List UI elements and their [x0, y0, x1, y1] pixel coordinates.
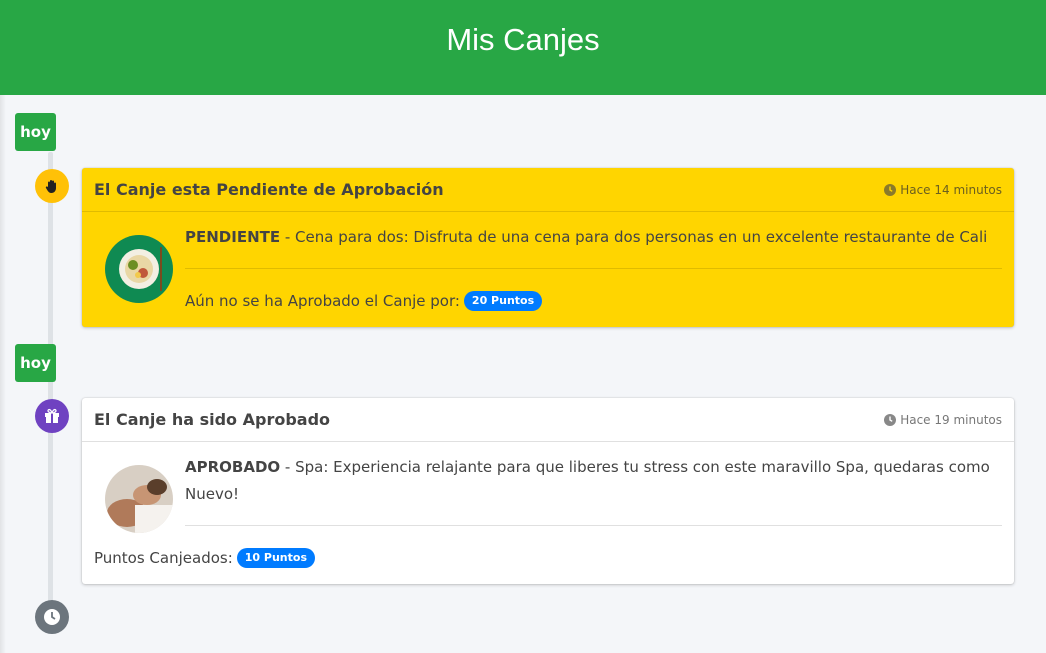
page-title: Mis Canjes [446, 21, 600, 57]
time-label: hoy [15, 344, 56, 382]
points-badge: 20 Puntos [463, 291, 543, 311]
card-time: Hace 19 minutos [884, 413, 1002, 427]
description-text: - Spa: Experiencia relajante para que li… [185, 458, 990, 503]
card-header: El Canje esta Pendiente de Aprobación Ha… [82, 168, 1014, 212]
status-text: PENDIENTE [185, 228, 281, 246]
sidebar-edge-shadow [0, 95, 6, 653]
spa-image [105, 465, 173, 533]
gift-icon [35, 399, 69, 433]
card-time-text: Hace 19 minutos [900, 412, 1002, 427]
card-time-text: Hace 14 minutos [900, 182, 1002, 197]
clock-icon [884, 183, 897, 196]
clock-icon [884, 413, 897, 426]
divider [185, 268, 1002, 269]
card-description: APROBADO - Spa: Experiencia relajante pa… [185, 454, 1002, 508]
card-footer: Puntos Canjeados: 10 Puntos [94, 548, 315, 568]
card-footer: Aún no se ha Aprobado el Canje por: 20 P… [185, 291, 543, 311]
hand-icon [35, 169, 69, 203]
footer-text: Puntos Canjeados: [94, 549, 233, 567]
dinner-image [105, 235, 173, 303]
divider [185, 525, 1002, 526]
points-badge: 10 Puntos [236, 548, 315, 568]
description-text: - Cena para dos: Disfruta de una cena pa… [280, 228, 988, 246]
card-title: El Canje ha sido Aprobado [94, 410, 331, 429]
exchange-card-pending: El Canje esta Pendiente de Aprobación Ha… [82, 168, 1014, 327]
time-label: hoy [15, 113, 56, 151]
card-time: Hace 14 minutos [884, 183, 1002, 197]
status-text: APROBADO [185, 458, 281, 476]
page-header: Mis Canjes [0, 0, 1046, 95]
card-header: El Canje ha sido Aprobado Hace 19 minuto… [82, 398, 1014, 442]
clock-icon [35, 600, 69, 634]
card-description: PENDIENTE - Cena para dos: Disfruta de u… [185, 224, 1002, 251]
exchange-card-approved: El Canje ha sido Aprobado Hace 19 minuto… [82, 398, 1014, 584]
footer-text: Aún no se ha Aprobado el Canje por: [185, 292, 460, 310]
card-title: El Canje esta Pendiente de Aprobación [94, 180, 444, 199]
